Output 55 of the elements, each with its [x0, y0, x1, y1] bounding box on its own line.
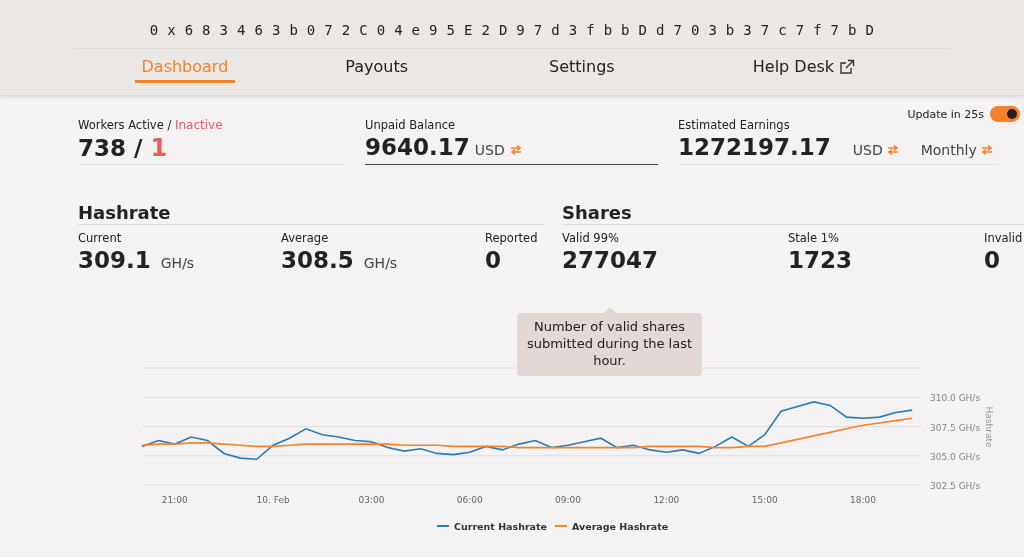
- axis-label: 307.5 GH/s: [930, 422, 981, 433]
- stat-label: Unpaid Balance: [365, 118, 456, 132]
- wallet-address: 0 x 6 8 3 4 6 3 b 0 7 2 C 0 4 e 9 5 E 2 D 9 7 d 3 f b b D d 7 0 3 b 3 7 c 7 f 7 b D: [149, 22, 875, 38]
- stat-value: 309.1: [78, 247, 151, 273]
- legend-label: Current Hashrate: [454, 521, 548, 532]
- inactive-label: Inactive: [174, 118, 223, 132]
- period-selector[interactable]: Monthly: [920, 142, 993, 158]
- legend-item[interactable]: Current Hashrate: [436, 521, 548, 532]
- unit-label: GH/s: [363, 255, 398, 271]
- stat-label: Current: [78, 231, 122, 245]
- axis-label: 21:00: [161, 495, 188, 505]
- unit-label: USD: [474, 142, 505, 158]
- stat-value: 1723: [788, 247, 852, 273]
- swap-icon: [980, 145, 993, 155]
- nav-tab[interactable]: Payouts: [338, 55, 415, 83]
- axis-label: 302.5 GH/s: [930, 481, 981, 491]
- legend-label: Average Hashrate: [572, 521, 669, 532]
- axis-label: 03:00: [358, 495, 385, 505]
- section-title: Shares: [562, 202, 1024, 225]
- swap-icon: [509, 145, 522, 155]
- currency-selector[interactable]: USD: [852, 142, 899, 158]
- stat-label: Reported: [485, 231, 538, 245]
- stat-value: 1272197.17: [678, 134, 831, 160]
- stat-label: Stale 1%: [788, 231, 840, 245]
- inactive-workers-value: 1: [150, 134, 168, 162]
- update-label: Update in 25s: [907, 107, 984, 121]
- tooltip-pointer: [603, 307, 616, 313]
- axis-label: 310.0 GH/s: [930, 393, 981, 404]
- legend-item[interactable]: Average Hashrate: [554, 521, 669, 532]
- stat-label: Average: [281, 231, 329, 245]
- stat-label: Estimated Earnings: [678, 118, 790, 132]
- external-link-icon: [839, 58, 856, 75]
- axis-label: 305.0 GH/s: [930, 451, 981, 462]
- active-workers-value: 738 /: [78, 135, 144, 161]
- nav-tab[interactable]: Help Desk: [745, 55, 863, 83]
- stat-value: 277047: [562, 247, 659, 273]
- axis-label: 10. Feb: [256, 495, 290, 505]
- stat-label: Invalid: [984, 231, 1023, 245]
- stat-label: Valid 99%: [562, 231, 619, 245]
- axis-label: 09:00: [555, 495, 581, 505]
- auto-update-toggle[interactable]: [990, 106, 1020, 122]
- stat-value: 0: [485, 247, 501, 273]
- stat-value: 9640.17: [365, 134, 470, 160]
- swap-icon: [886, 145, 899, 155]
- axis-label: 12:00: [653, 495, 680, 505]
- stat-value: 0: [984, 247, 1000, 273]
- nav-tab[interactable]: Settings: [542, 55, 622, 83]
- axis-label: 06:00: [456, 495, 483, 505]
- section-title: Hashrate: [78, 202, 545, 225]
- unit-label: GH/s: [160, 255, 195, 271]
- axis-label: 18:00: [850, 495, 876, 505]
- axis-label: 15:00: [751, 495, 778, 505]
- stat-value: 308.5: [281, 247, 354, 273]
- stat-label: Workers Active /: [78, 118, 173, 132]
- axis-title: Hashrate: [984, 406, 994, 448]
